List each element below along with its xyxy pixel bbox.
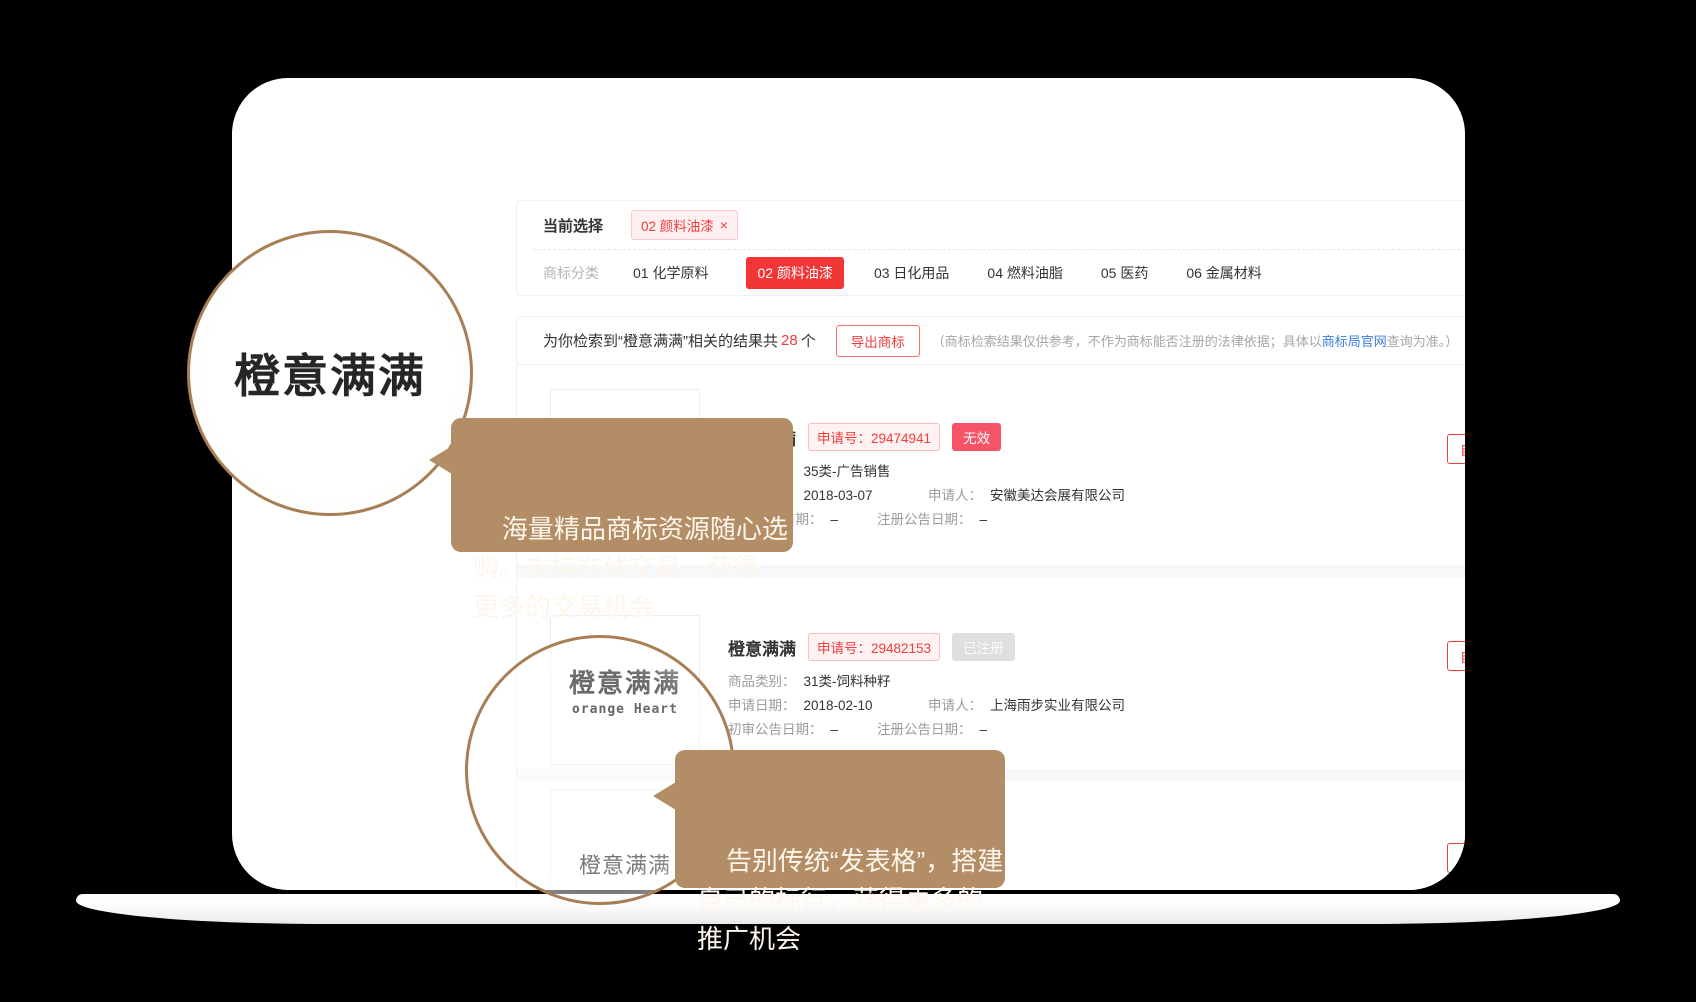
date-value: 2018-03-07 bbox=[804, 488, 873, 503]
application-no-badge: 申请号：29482153 bbox=[808, 633, 940, 661]
status-badge: 已注册 bbox=[952, 633, 1015, 661]
selected-filter-tag-text: 02 颜料油漆 bbox=[641, 215, 714, 235]
results-count: 28 bbox=[781, 332, 798, 349]
close-icon[interactable]: × bbox=[720, 217, 728, 233]
row-actions: 自助注册 委托购买 bbox=[1447, 843, 1465, 873]
disclaimer: （商标检索结果仅供参考，不作为商标能否注册的法律依据；具体以商标局官网查询为准。… bbox=[932, 331, 1459, 350]
category-chip-02-selected[interactable]: 02 颜料油漆 bbox=[746, 257, 843, 289]
category-row: 商标分类 01 化学原料 02 颜料油漆 03 日化用品 04 燃料油脂 05 … bbox=[517, 249, 1465, 296]
date-value: 2018-02-10 bbox=[804, 698, 873, 713]
export-trademark-button[interactable]: 导出商标 bbox=[836, 325, 920, 357]
row-actions: 自助注册 委托购买 bbox=[1447, 641, 1465, 671]
application-no-badge: 申请号：29474941 bbox=[808, 423, 940, 451]
category-chip-04[interactable]: 04 燃料油脂 bbox=[987, 263, 1062, 283]
self-register-button[interactable]: 自助注册 bbox=[1447, 843, 1465, 873]
filter-card: 当前选择 02 颜料油漆 × 全部清除 商标分类 01 化学原料 02 颜料油漆… bbox=[516, 200, 1465, 296]
selected-filter-tag[interactable]: 02 颜料油漆 × bbox=[631, 210, 738, 240]
callout-promotion: 告别传统“发表格”，搭建 自己的标行，获得更多的 推广机会 bbox=[675, 750, 1005, 888]
results-header: 为你检索到“橙意满满”相关的结果共 28 个 导出商标 （商标检索结果仅供参考，… bbox=[517, 317, 1465, 365]
current-selection-label: 当前选择 bbox=[543, 215, 603, 236]
trademark-name[interactable]: 橙意满满 bbox=[728, 635, 796, 660]
callout-arrow-left-icon bbox=[429, 446, 452, 474]
category-label: 商标分类 bbox=[543, 263, 599, 283]
current-selection-row: 当前选择 02 颜料油漆 × 全部清除 bbox=[517, 201, 1465, 249]
trademark-detail: 橙意满满 申请号：29482153 已注册 商品类别：31类-饲料种籽 申请日期… bbox=[728, 633, 1125, 742]
category-value: 35类-广告销售 bbox=[804, 464, 891, 479]
callout-arrow-left-icon bbox=[653, 782, 676, 810]
results-summary-suffix: 个 bbox=[801, 330, 816, 351]
applicant-value: 安徽美达会展有限公司 bbox=[990, 488, 1125, 503]
magnified-trademark-text: 橙意满满 bbox=[234, 340, 426, 406]
callout-promotion-text: 告别传统“发表格”，搭建 自己的标行，获得更多的 推广机会 bbox=[697, 846, 1003, 954]
category-chip-06[interactable]: 06 金属材料 bbox=[1186, 263, 1261, 283]
self-register-button[interactable]: 自助注册 bbox=[1447, 434, 1465, 464]
category-chip-03[interactable]: 03 日化用品 bbox=[874, 263, 949, 283]
applicant-value: 上海雨步实业有限公司 bbox=[990, 698, 1125, 713]
self-register-button[interactable]: 自助注册 bbox=[1447, 641, 1465, 671]
trademark-office-link[interactable]: 商标局官网 bbox=[1322, 334, 1387, 349]
results-summary-prefix: 为你检索到“橙意满满”相关的结果共 bbox=[543, 330, 778, 351]
category-chip-01[interactable]: 01 化学原料 bbox=[633, 263, 708, 283]
category-chip-05[interactable]: 05 医药 bbox=[1101, 263, 1148, 283]
callout-marketplace: 海量精品商标资源随心选 购。支持在线交易，获得 更多的交易机会 bbox=[451, 418, 793, 552]
stage: 当前选择 02 颜料油漆 × 全部清除 商标分类 01 化学原料 02 颜料油漆… bbox=[0, 0, 1696, 1002]
row-actions: 自助注册 委托购买 bbox=[1447, 434, 1465, 464]
status-badge: 无效 bbox=[952, 423, 1001, 451]
category-value: 31类-饲料种籽 bbox=[804, 674, 891, 689]
